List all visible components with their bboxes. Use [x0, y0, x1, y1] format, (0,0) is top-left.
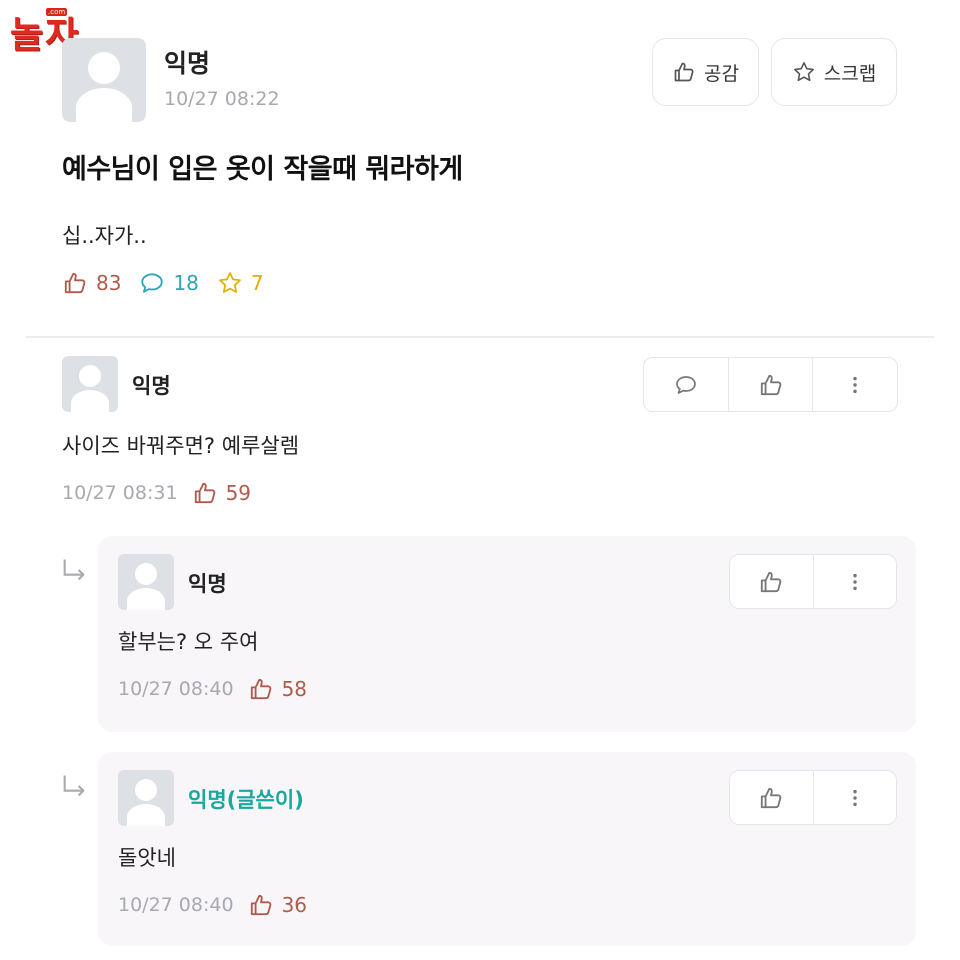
reply-text: 돌앗네 [118, 846, 176, 870]
reply-actions [729, 770, 897, 825]
post-comment-count: 18 [139, 270, 199, 296]
more-vertical-icon [844, 571, 866, 593]
reply-arrow-icon [60, 772, 88, 800]
post-author-avatar [62, 38, 146, 122]
comment-like-count: 59 [192, 480, 251, 506]
post-body: 십..자가.. [62, 224, 147, 248]
comment-bubble-icon [139, 270, 165, 296]
like-post-button[interactable]: 공감 [652, 38, 759, 106]
reply-card: 익명 할부는? 오 주여 10/27 08:40 58 [98, 536, 916, 732]
thumbs-up-icon [758, 785, 784, 811]
reply-arrow-icon [60, 556, 88, 584]
post-stats: 83 18 7 [62, 270, 264, 296]
comment-actions [643, 357, 898, 412]
reply-author-name: 익명 [188, 572, 227, 596]
reply-button[interactable] [644, 358, 728, 411]
thumbs-up-icon [672, 60, 696, 84]
reply-like-count: 58 [248, 676, 307, 702]
post-like-count: 83 [62, 270, 121, 296]
comment-author-name: 익명 [132, 374, 171, 398]
post-title: 예수님이 입은 옷이 작을때 뭐라하게 [62, 154, 463, 185]
comment-text: 사이즈 바꿔주면? 예루살렘 [62, 434, 300, 458]
reply-like-count: 36 [248, 892, 307, 918]
thumbs-up-icon [62, 270, 88, 296]
thumbs-up-icon [758, 569, 784, 595]
reply-card: 익명(글쓴이) 돌앗네 10/27 08:40 36 [98, 752, 916, 946]
post-date: 10/27 08:22 [164, 88, 280, 110]
like-post-label: 공감 [704, 62, 739, 85]
post-scrap-count: 7 [217, 270, 264, 296]
thumbs-up-icon [248, 676, 274, 702]
comment-meta: 10/27 08:31 59 [62, 480, 251, 506]
reply-more-button[interactable] [812, 771, 897, 824]
thumbs-up-icon [192, 480, 218, 506]
reply-date: 10/27 08:40 [118, 678, 234, 700]
comment-author-avatar [62, 356, 118, 412]
post-author-name: 익명 [164, 49, 211, 78]
comment-date: 10/27 08:31 [62, 482, 178, 504]
reply-actions [729, 554, 897, 609]
reply-like-button[interactable] [730, 771, 813, 824]
scrap-post-label: 스크랩 [823, 62, 877, 85]
star-icon [217, 270, 243, 296]
comment-more-button[interactable] [812, 358, 897, 411]
reply-text: 할부는? 오 주여 [118, 630, 259, 654]
reply-author-avatar [118, 554, 174, 610]
comment-like-button[interactable] [727, 358, 813, 411]
reply-meta: 10/27 08:40 58 [118, 676, 307, 702]
reply-more-button[interactable] [812, 555, 897, 608]
thumbs-up-icon [758, 372, 784, 398]
reply-meta: 10/27 08:40 36 [118, 892, 307, 918]
reply-author-name-writer: 익명(글쓴이) [188, 788, 304, 812]
star-icon [792, 60, 816, 84]
more-vertical-icon [844, 374, 866, 396]
more-vertical-icon [844, 787, 866, 809]
thumbs-up-icon [248, 892, 274, 918]
reply-like-button[interactable] [730, 555, 813, 608]
comment-bubble-icon [674, 373, 698, 397]
reply-date: 10/27 08:40 [118, 894, 234, 916]
scrap-post-button[interactable]: 스크랩 [771, 38, 897, 106]
divider [26, 336, 934, 338]
reply-author-avatar [118, 770, 174, 826]
